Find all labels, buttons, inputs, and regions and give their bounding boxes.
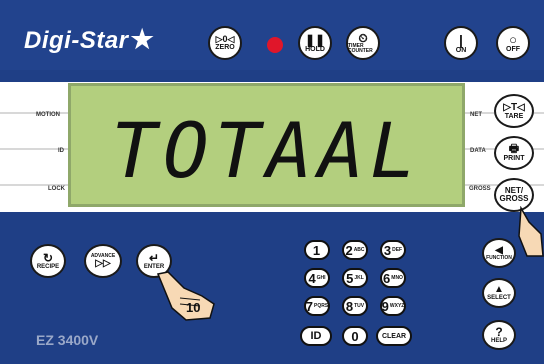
on-label: ON: [455, 46, 467, 54]
select-label: SELECT: [487, 295, 511, 301]
status-led: [267, 37, 283, 53]
function-label: FUNCTION: [486, 254, 512, 261]
key-id[interactable]: ID: [300, 326, 332, 346]
brand-logo: Digi-Star★: [24, 24, 155, 54]
printer-icon: 🖶: [508, 143, 520, 155]
key-8[interactable]: 8 TUV: [342, 296, 368, 316]
hold-button[interactable]: ❚❚ HOLD: [298, 26, 332, 60]
advance-button[interactable]: ADVANCE ▷▷: [84, 244, 122, 278]
key-2[interactable]: 2 ABC: [342, 240, 368, 260]
key-7[interactable]: 7 PQRS: [304, 296, 330, 316]
tare-button[interactable]: ▷T◁ TARE: [494, 94, 534, 128]
key-6[interactable]: 6 MNO: [380, 268, 406, 288]
key-clear[interactable]: CLEAR: [376, 326, 412, 346]
off-label: OFF: [506, 46, 520, 53]
pointing-hand-icon: [156, 271, 215, 321]
power-on-icon: |: [459, 31, 463, 48]
top-bar: Digi-Star★ ▷0◁ ZERO ❚❚ HOLD ⏲ TIMER COUN…: [0, 0, 544, 70]
key-3[interactable]: 3 DEF: [380, 240, 406, 260]
recipe-button[interactable]: ↻ RECIPE: [30, 244, 66, 278]
gross-label: GROSS: [499, 194, 529, 203]
lock-indicator-label: LOCK: [48, 186, 65, 192]
up-arrow-icon: ▲: [494, 284, 504, 295]
key-0[interactable]: 0: [342, 326, 368, 346]
model-name: EZ 3400V: [36, 332, 99, 348]
print-button[interactable]: 🖶 PRINT: [494, 136, 534, 170]
zero-button[interactable]: ▷0◁ ZERO: [208, 26, 242, 60]
recipe-icon: ↻: [42, 251, 54, 265]
help-icon: ?: [495, 325, 503, 339]
gross-indicator-label: GROSS: [469, 186, 491, 192]
timer-counter-button[interactable]: ⏲ TIMER COUNTER: [346, 26, 380, 60]
on-button[interactable]: | ON: [444, 26, 478, 60]
pointing-hand-icon: [518, 206, 544, 257]
select-button[interactable]: ▲ SELECT: [482, 278, 516, 308]
off-button[interactable]: ○ OFF: [496, 26, 530, 60]
help-button[interactable]: ? HELP: [482, 320, 516, 350]
hold-label: HOLD: [305, 45, 325, 53]
key-1[interactable]: 1: [304, 240, 330, 260]
function-button[interactable]: ◀ FUNCTION: [482, 238, 516, 268]
step-number: 10: [186, 300, 201, 315]
power-off-icon: ○: [509, 32, 517, 47]
tare-icon: ▷T◁: [503, 101, 525, 113]
enter-icon: ↵: [148, 251, 160, 265]
id-indicator-label: ID: [58, 148, 64, 154]
tare-label: TARE: [504, 112, 524, 120]
key-9[interactable]: 9 WXYZ: [380, 296, 406, 316]
zero-icon: ▷0◁: [215, 34, 235, 44]
net-indicator-label: NET: [470, 112, 482, 118]
lcd-text: TOTAAL: [111, 106, 422, 195]
key-4[interactable]: 4 GHI: [304, 268, 330, 288]
scale-indicator-device: Digi-Star★ ▷0◁ ZERO ❚❚ HOLD ⏲ TIMER COUN…: [0, 0, 544, 364]
motion-indicator-label: MOTION: [36, 112, 60, 118]
print-label: PRINT: [503, 155, 525, 162]
pause-icon: ❚❚: [304, 32, 326, 47]
lcd-display: TOTAAL: [68, 83, 465, 207]
timer-label: TIMER COUNTER: [348, 43, 373, 54]
zero-label: ZERO: [215, 44, 235, 51]
data-indicator-label: DATA: [470, 148, 486, 154]
fast-forward-icon: ▷▷: [95, 257, 111, 269]
recipe-label: RECIPE: [36, 264, 60, 270]
key-5[interactable]: 5 JKL: [342, 268, 368, 288]
help-label: HELP: [490, 338, 507, 344]
left-arrow-icon: ◀: [495, 244, 503, 256]
